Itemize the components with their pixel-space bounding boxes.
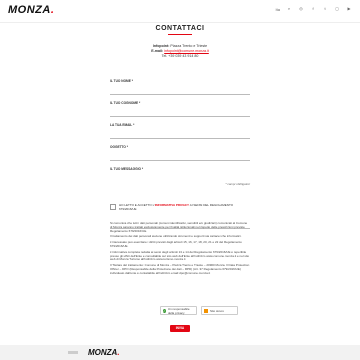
language-selector[interactable]: Ita [276, 7, 280, 12]
contact-info: Infopoint: Piazza Trento e Trieste E-mai… [0, 44, 360, 59]
footer-logo[interactable]: MONZA. [88, 348, 120, 357]
accessibility-icon[interactable]: ◎ [298, 6, 304, 12]
facebook-icon[interactable]: f [310, 6, 316, 12]
youtube-icon[interactable]: ▶ [346, 6, 352, 12]
title-divider [168, 34, 192, 35]
name-field[interactable]: IL TUO NOME * [110, 75, 250, 95]
twitter-icon[interactable]: t [322, 6, 328, 12]
consent-label: HO LETTO E ACCETTO L'INFORMATIVA PRIVACY… [119, 203, 234, 211]
required-note: * campi obbligatori [225, 182, 250, 186]
site-header: MONZA. Ita ⌕ ◎ f t ◻ ▶ [0, 0, 360, 23]
consent-checkbox[interactable] [110, 203, 116, 210]
privacy-paragraph: Si comunica che tutti i dati personali (… [110, 221, 248, 233]
logo[interactable]: MONZA. [8, 4, 54, 16]
page-title: CONTATTACI [155, 25, 205, 32]
site-footer: MONZA. [0, 345, 360, 360]
header-tools: Ita ⌕ ◎ f t ◻ ▶ [276, 6, 352, 12]
submit-button[interactable]: INVIA [170, 325, 190, 332]
shield-icon [204, 308, 208, 313]
privacy-consent: HO LETTO E ACCETTO L'INFORMATIVA PRIVACY… [110, 203, 250, 211]
email-link[interactable]: infopoint@comune.monza.it [164, 49, 209, 53]
privacy-paragraph: Il Titolare del trattamento: Comune di M… [110, 263, 250, 275]
secure-badge: Sito sicuro [201, 306, 238, 315]
privacy-link[interactable]: INFORMATIVA PRIVACY [155, 203, 189, 207]
search-icon[interactable]: ⌕ [286, 6, 292, 12]
instagram-icon[interactable]: ◻ [334, 6, 340, 12]
email-field[interactable]: LA TUA EMAIL * [110, 119, 250, 139]
privacy-paragraph: L'informativa completa redatta ai sensi … [110, 249, 250, 262]
privacy-badge: ✓ Un responsabile della privacy [160, 306, 197, 315]
check-icon: ✓ [163, 308, 166, 313]
message-field[interactable]: IL TUO MESSAGGIO * [110, 163, 250, 229]
subject-field[interactable]: OGGETTO * [110, 141, 250, 161]
trust-badges: ✓ Un responsabile della privacy Sito sicu… [160, 306, 238, 315]
privacy-notice: Si comunica che tutti i dati personali (… [110, 221, 250, 278]
privacy-paragraph: L'interessato può esercitare i diritti p… [110, 240, 242, 248]
privacy-paragraph: Il trattamento dei dati personali avvien… [110, 234, 242, 239]
phone-number: Tel. +39 039 43 914 80 [161, 54, 199, 58]
surname-field[interactable]: IL TUO COGNOME * [110, 97, 250, 117]
footer-emblem [68, 351, 78, 354]
